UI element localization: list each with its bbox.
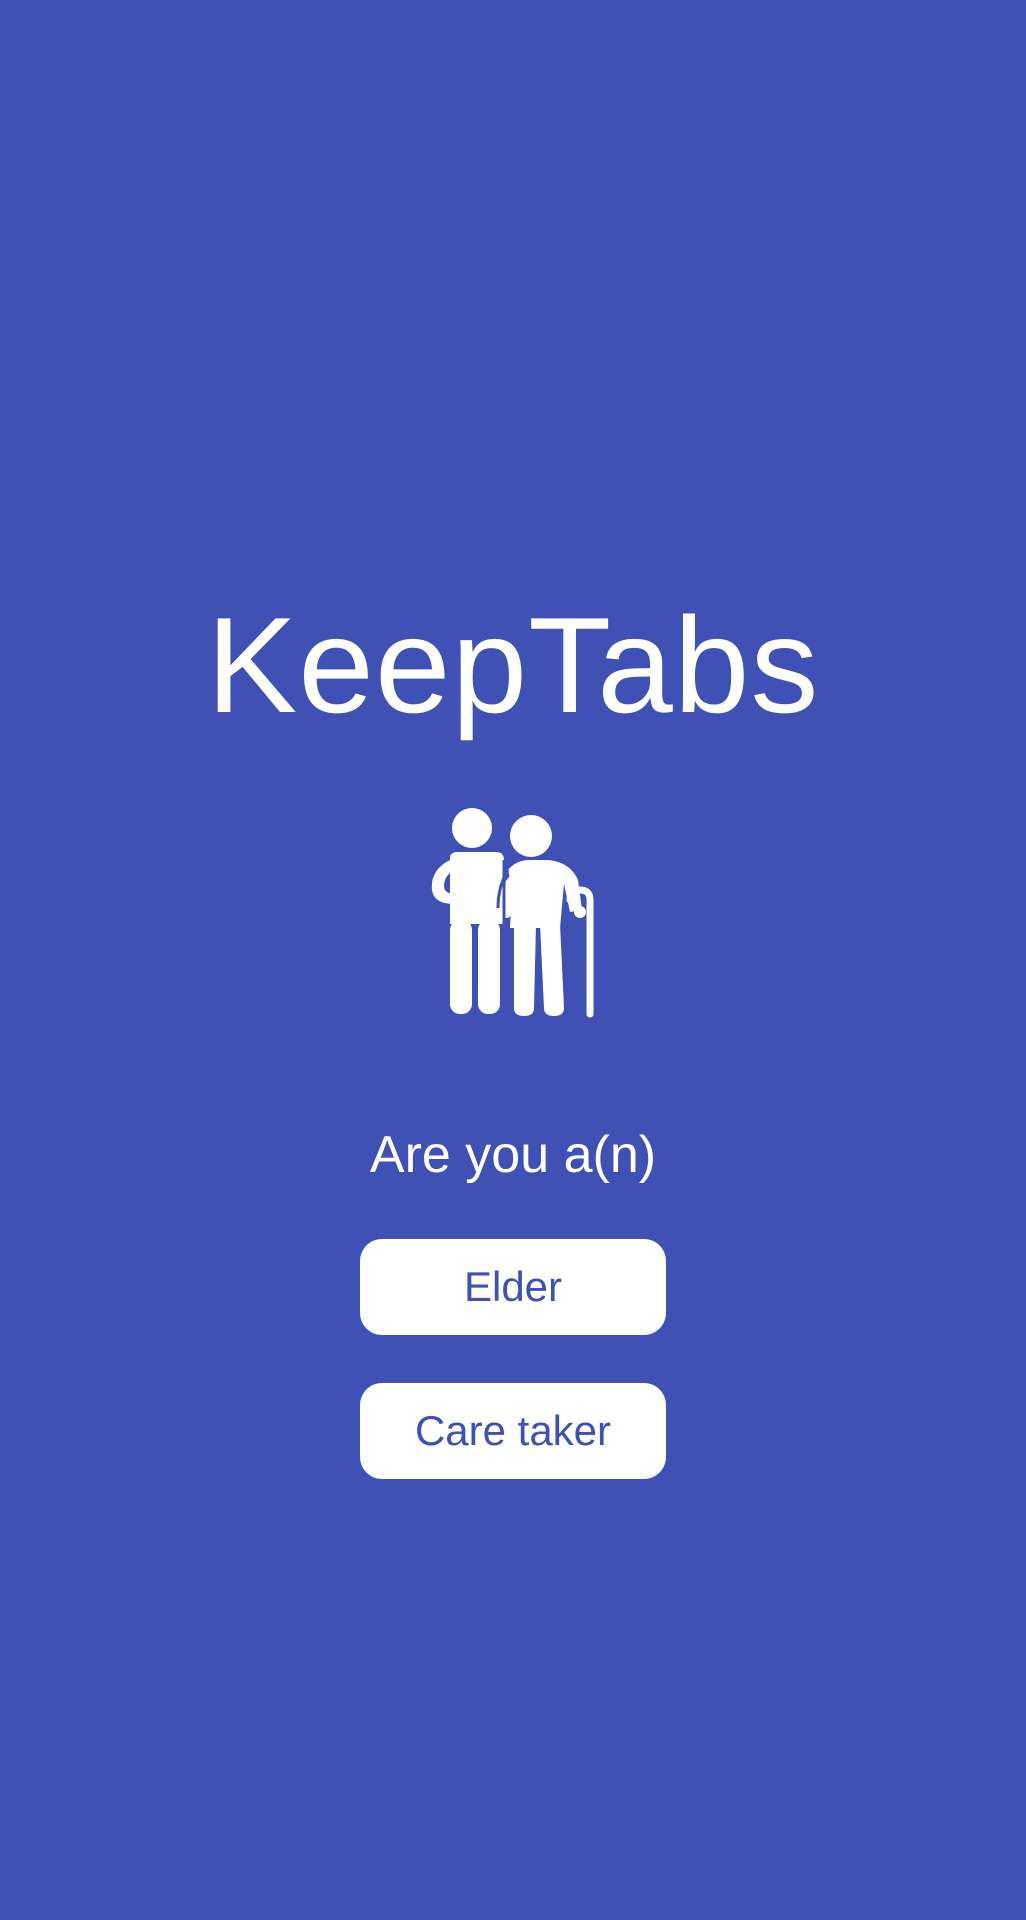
role-question: Are you a(n) — [369, 1126, 657, 1184]
app-title: KeepTabs — [206, 589, 820, 741]
welcome-screen: KeepTabs Are you a(n) Elder Care taker — [0, 0, 1026, 1920]
elder-with-caretaker-icon — [431, 808, 594, 1018]
caretaker-button[interactable]: Care taker — [360, 1383, 666, 1479]
elder-button[interactable]: Elder — [360, 1239, 666, 1335]
